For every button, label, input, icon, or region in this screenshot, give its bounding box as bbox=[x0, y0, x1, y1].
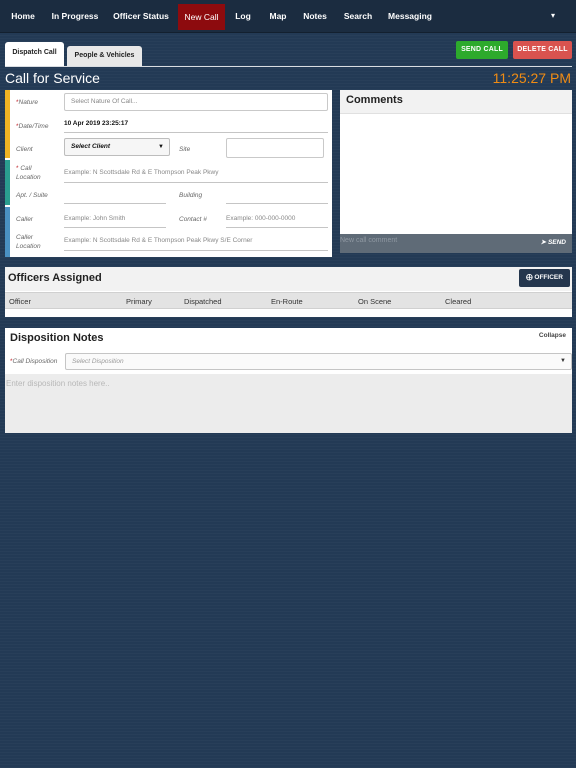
contact-underline bbox=[226, 227, 328, 228]
tab-divider bbox=[5, 66, 572, 67]
site-input[interactable] bbox=[226, 138, 324, 158]
chevron-down-icon: ▼ bbox=[158, 144, 164, 150]
contact-label: Contact # bbox=[179, 216, 207, 223]
nav-officer-status[interactable]: Officer Status bbox=[110, 0, 172, 33]
disposition-select[interactable]: Select Disposition ▼ bbox=[65, 353, 572, 370]
nature-label: *Nature bbox=[16, 99, 39, 106]
caller-location-underline bbox=[64, 250, 328, 251]
call-form-panel: *Nature Select Nature Of Call... *Date/T… bbox=[5, 90, 332, 257]
tab-people-vehicles[interactable]: People & Vehicles bbox=[67, 46, 142, 66]
col-primary[interactable]: Primary bbox=[126, 297, 152, 306]
comment-input-bar: New call comment ➤ SEND bbox=[340, 234, 572, 253]
call-location-input[interactable]: Example: N Scottsdale Rd & E Thompson Pe… bbox=[64, 169, 219, 176]
caller-location-label: Caller Location bbox=[16, 234, 41, 250]
new-comment-input[interactable]: New call comment bbox=[340, 237, 397, 244]
caller-underline bbox=[64, 227, 166, 228]
nav-new-call[interactable]: New Call bbox=[178, 4, 225, 30]
page-title: Call for Service bbox=[5, 70, 100, 86]
comments-panel: Comments New call comment ➤ SEND bbox=[340, 90, 572, 253]
nav-log[interactable]: Log bbox=[231, 0, 255, 33]
client-select[interactable]: Select Client ▼ bbox=[64, 138, 170, 156]
collapse-button[interactable]: Collapse bbox=[539, 332, 566, 339]
clock: 11:25:27 PM bbox=[492, 70, 571, 86]
building-input[interactable] bbox=[226, 203, 328, 204]
nav-home[interactable]: Home bbox=[6, 0, 40, 33]
top-nav-bar: Home In Progress Officer Status New Call… bbox=[0, 0, 576, 33]
chevron-down-icon: ▼ bbox=[560, 358, 566, 364]
tab-dispatch-call[interactable]: Dispatch Call bbox=[5, 42, 64, 66]
section-stripe-blue bbox=[5, 207, 10, 257]
apt-suite-input[interactable] bbox=[64, 203, 166, 204]
call-location-label: * Call Location bbox=[16, 165, 41, 181]
client-label: Client bbox=[16, 146, 33, 153]
col-on-scene[interactable]: On Scene bbox=[358, 297, 391, 306]
paper-plane-icon: ➤ bbox=[540, 239, 547, 246]
datetime-value[interactable]: 10 Apr 2019 23:25:17 bbox=[64, 120, 128, 127]
nav-in-progress[interactable]: In Progress bbox=[48, 0, 102, 33]
apt-suite-label: Apt. / Suite bbox=[16, 192, 48, 199]
officers-assigned-panel: Officers Assigned ⨁ OFFICER Officer Prim… bbox=[5, 267, 572, 317]
nav-more-caret-icon[interactable]: ▾ bbox=[546, 0, 560, 33]
col-cleared[interactable]: Cleared bbox=[445, 297, 471, 306]
add-officer-button[interactable]: ⨁ OFFICER bbox=[519, 269, 570, 287]
datetime-label: *Date/Time bbox=[16, 123, 49, 130]
col-officer[interactable]: Officer bbox=[9, 297, 31, 306]
comments-title: Comments bbox=[346, 94, 403, 106]
section-stripe-yellow bbox=[5, 90, 10, 158]
officers-table-header: Officer Primary Dispatched En-Route On S… bbox=[5, 292, 572, 309]
disposition-title: Disposition Notes bbox=[10, 332, 104, 344]
section-stripe-teal bbox=[5, 160, 10, 205]
nav-messaging[interactable]: Messaging bbox=[386, 0, 434, 33]
nav-notes[interactable]: Notes bbox=[300, 0, 330, 33]
caller-location-input[interactable]: Example: N Scottsdale Rd & E Thompson Pe… bbox=[64, 237, 252, 244]
notes-placeholder: Enter disposition notes here.. bbox=[6, 379, 110, 388]
send-comment-button[interactable]: ➤ SEND bbox=[541, 238, 566, 246]
caller-input[interactable]: Example: John Smith bbox=[64, 215, 125, 222]
col-en-route[interactable]: En-Route bbox=[271, 297, 303, 306]
nav-map[interactable]: Map bbox=[264, 0, 292, 33]
datetime-underline bbox=[64, 132, 328, 133]
disposition-notes-textarea[interactable]: Enter disposition notes here.. bbox=[5, 374, 572, 433]
site-label: Site bbox=[179, 146, 191, 153]
officers-title: Officers Assigned bbox=[8, 272, 102, 284]
call-disposition-label: *Call Disposition bbox=[10, 358, 58, 365]
caller-label: Caller bbox=[16, 216, 33, 223]
call-location-underline bbox=[64, 182, 328, 183]
send-call-button[interactable]: SEND CALL bbox=[456, 41, 508, 59]
delete-call-button[interactable]: DELETE CALL bbox=[513, 41, 572, 59]
nav-search[interactable]: Search bbox=[340, 0, 376, 33]
nature-input[interactable]: Select Nature Of Call... bbox=[64, 93, 328, 111]
contact-input[interactable]: Example: 000-000-0000 bbox=[226, 215, 295, 222]
disposition-panel: Disposition Notes Collapse *Call Disposi… bbox=[5, 328, 572, 433]
building-label: Building bbox=[179, 192, 203, 199]
col-dispatched[interactable]: Dispatched bbox=[184, 297, 222, 306]
plus-circle-icon: ⨁ bbox=[526, 274, 533, 281]
